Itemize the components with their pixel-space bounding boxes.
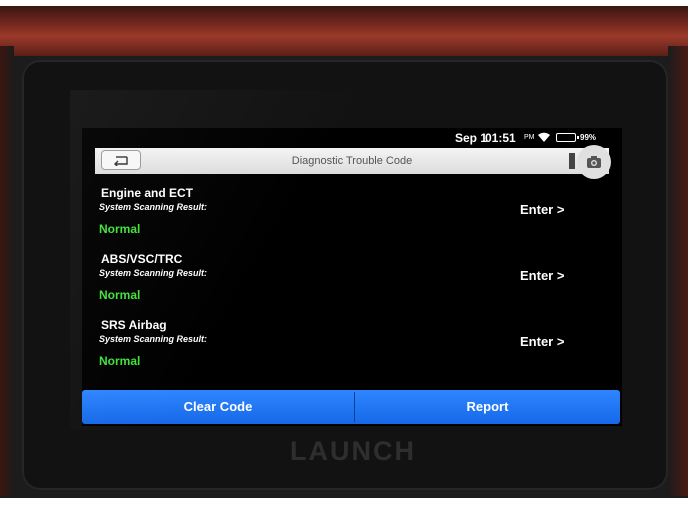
system-name: SRS Airbag	[101, 318, 167, 332]
action-button-bar: Clear Code Report	[82, 390, 620, 424]
scan-result-label: System Scanning Result:	[99, 268, 208, 278]
brand-logo: LAUNCH	[290, 436, 416, 466]
scan-result-value: Normal	[99, 222, 141, 236]
battery-icon	[556, 133, 579, 142]
enter-button-abs[interactable]: Enter >	[520, 268, 564, 283]
scan-result-label: System Scanning Result:	[99, 334, 208, 344]
status-ampm: PM	[524, 134, 535, 141]
system-name: ABS/VSC/TRC	[101, 252, 183, 266]
status-bar: Sep 1 01:51 PM 99%	[82, 128, 622, 146]
status-date: Sep 1	[455, 131, 488, 145]
system-item-srs: SRS Airbag System Scanning Result: Norma…	[82, 318, 622, 380]
drawer-handle[interactable]	[569, 153, 575, 169]
system-item-abs: ABS/VSC/TRC System Scanning Result: Norm…	[82, 252, 622, 314]
scan-result-label: System Scanning Result:	[99, 202, 208, 212]
scan-result-value: Normal	[99, 288, 141, 302]
wifi-icon	[538, 132, 550, 142]
device-screen: Sep 1 01:51 PM 99% Diagnostic Trouble Co…	[82, 128, 622, 426]
system-name: Engine and ECT	[101, 186, 194, 200]
enter-button-engine[interactable]: Enter >	[520, 202, 564, 217]
scan-result-value: Normal	[99, 354, 141, 368]
report-button[interactable]: Report	[355, 390, 620, 424]
page-title: Diagnostic Trouble Code	[291, 155, 413, 167]
system-item-engine: Engine and ECT System Scanning Result: N…	[82, 186, 622, 248]
device-right-edge	[668, 46, 688, 496]
screenshot-button[interactable]	[577, 145, 611, 179]
camera-icon	[587, 156, 601, 168]
title-bar: Diagnostic Trouble Code	[95, 145, 611, 179]
status-time: 01:51	[485, 131, 516, 145]
clear-code-button[interactable]: Clear Code	[82, 390, 354, 424]
device-top-edge	[0, 6, 688, 56]
device-left-edge	[0, 46, 14, 496]
battery-percent: 99%	[580, 133, 597, 142]
enter-button-srs[interactable]: Enter >	[520, 334, 564, 349]
